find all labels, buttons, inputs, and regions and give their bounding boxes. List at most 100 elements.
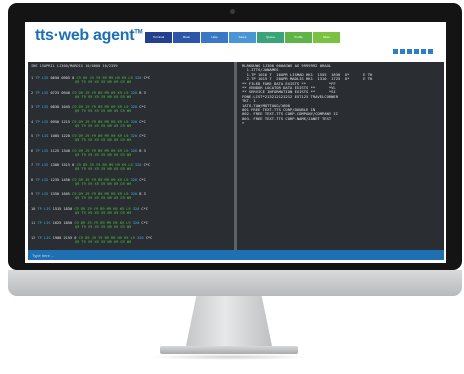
trademark: TM [134,29,143,36]
flight-number: 2 [31,90,34,95]
flight-code: TP LIS [37,206,53,211]
pnr-line: > [242,120,245,126]
flight-flag: B 3 [139,90,146,95]
flight-flag: B 3 [139,192,146,196]
app-logo: tts·web agentTM [35,27,143,44]
booking-classes: C9 D9 J9 Y9 B9 M9 H9 K9 L9 [72,119,129,124]
flight-number: 12 [31,235,36,240]
flight-row[interactable]: 4 TP LIS 0950 1215 C9 D9 J9 Y9 B9 M9 H9 … [31,120,231,128]
booking-classes-2: Q9 T9 V9 X9 S9 N9 O9 G9 W9 [75,225,132,230]
terminal[interactable]: IHE 15APRIL LJ300/MARDIX 10/0000 10/2359… [28,62,444,250]
nav-tab-fares[interactable]: Fares [229,32,256,43]
flight-row[interactable]: 11 TP LIS 1625 1850 C9 D9 J9 Y9 B9 M9 H9… [31,221,231,229]
flight-times: 1900 2155 0 [52,235,77,240]
flight-row[interactable]: 10 TP LIS 1515 1830 C9 D9 J9 Y9 B9 M9 H9… [31,207,231,215]
flight-row[interactable]: 5 TP LIS 1005 1220 C9 D9 J9 Y9 B9 M9 H9 … [31,134,231,142]
command-bar[interactable]: Type here ... [28,250,444,260]
aircraft: 320 [134,163,144,167]
flight-times: 0725 0940 [50,90,70,95]
flight-number: 10 [31,206,36,211]
flight-flag: C*C [141,221,148,225]
flight-row[interactable]: 9 TP LIS 1350 1605 C9 D9 J9 Y9 B9 M9 H9 … [31,192,231,200]
flight-number: 8 [31,177,34,182]
nav-tab-profile[interactable]: Profile [285,32,312,43]
pane-divider[interactable] [234,62,237,250]
aircraft: 320 [130,105,140,109]
flight-flag: C*C [143,163,151,167]
monitor-stand [186,296,272,346]
window-icon[interactable] [393,49,398,54]
settings-icon[interactable] [421,49,426,54]
flight-code: TP LIS [35,148,51,153]
booking-classes: C9 D9 J9 Y9 B9 M9 H9 K9 L9 [72,177,129,182]
flight-flag: C*C [139,134,146,138]
base-shadow [150,354,310,360]
flight-times: 1125 1340 [50,148,70,153]
pnr-pane[interactable]: RLRKOUWS 1J300 000AGWS AG 9999992 0RAOL … [239,62,443,250]
booking-classes: C9 D9 J9 Y9 B9 M9 H9 K9 L9 [74,206,131,211]
aircraft: 320 [130,192,140,196]
flight-row[interactable]: 12 TP LIS 1900 2155 0 C9 D9 J9 Y9 B9 M9 … [31,236,231,244]
booking-classes-2: Q9 T9 V9 X9 S9 N9 O9 G9 W9 [75,181,132,186]
availability-pane[interactable]: IHE 15APRIL LJ300/MARDIX 10/0000 10/2359… [28,62,233,250]
flight-row[interactable]: 1 TP LIS 0650 0905 0 C9 D9 J9 Y9 B9 M9 H… [31,76,231,84]
flight-row[interactable]: 8 TP LIS 1235 1450 C9 D9 J9 Y9 B9 M9 H9 … [31,178,231,186]
screen: tts·web agentTM Terminal Book Help Fares Que… [25,22,446,263]
flight-row[interactable]: 2 TP LIS 0725 0940 C9 D9 J9 Y9 B9 M9 H9 … [31,91,231,99]
flight-row[interactable]: 3 TP LIS 0830 1045 C9 D9 J9 Y9 B9 M9 H9 … [31,105,231,113]
nav-tab-more[interactable]: More [313,32,340,43]
booking-classes-2: Q9 T9 V9 X9 S9 N9 O9 G9 W9 [75,196,132,201]
aircraft: 320 [130,177,140,182]
nav-tab-terminal[interactable]: Terminal [145,32,172,43]
nav-tab-book[interactable]: Book [173,32,200,43]
flight-number: 4 [31,119,34,124]
flight-flag: C*C [139,177,146,182]
flight-flag: C*C [141,206,148,211]
flight-times: 1235 1450 [50,177,70,182]
flight-row[interactable]: 7 TP LIS 1300 1515 0 C9 D9 J9 Y9 B9 M9 H… [31,163,231,171]
close-icon[interactable] [428,49,433,54]
flight-code: TP LIS [35,90,51,95]
flight-code: TP LIS [35,119,51,124]
booking-classes-2: Q9 T9 V9 X9 S9 N9 O9 G9 W9 [75,138,132,143]
aircraft: 320 [130,148,140,153]
flight-code: TP LIS [35,177,51,182]
aircraft: 320 [134,76,144,80]
booking-classes-2: Q9 T9 V9 X9 S9 N9 O9 G9 W9 [75,80,132,85]
flight-flag: C*C [145,235,153,240]
nav-tab-queue[interactable]: Queue [257,32,284,43]
booking-classes-2: Q9 T9 V9 X9 S9 N9 O9 G9 W9 [75,123,132,128]
flight-code: TP LIS [37,235,53,240]
booking-classes-2: Q9 T9 V9 X9 S9 N9 O9 G9 W9 [75,167,132,172]
flight-number: 6 [31,148,34,153]
aircraft: 320 [130,90,140,95]
booking-classes: C9 D9 J9 Y9 B9 M9 H9 K9 L9 [72,148,129,153]
monitor-base [160,346,298,354]
availability-header: IHE 15APRIL LJ300/MARDIX 10/0000 10/2359 [31,64,118,68]
flight-flag: C*C [139,105,146,109]
aircraft: 320 [137,235,146,240]
booking-classes: C9 D9 J9 Y9 B9 M9 H9 K9 L9 [78,235,135,240]
flight-flag: B 3 [139,148,146,153]
app-header: tts·web agentTM Terminal Book Help Fares Que… [25,22,446,60]
toolbar [393,49,435,54]
booking-classes-2: Q9 T9 V9 X9 S9 N9 O9 G9 W9 [75,239,132,244]
monitor-chin [8,270,462,296]
print-icon[interactable] [407,49,412,54]
booking-classes-2: Q9 T9 V9 X9 S9 N9 O9 G9 W9 [75,94,132,99]
flight-flag: C*C [139,119,146,124]
flight-row[interactable]: 6 TP LIS 1125 1340 C9 D9 J9 Y9 B9 M9 H9 … [31,149,231,157]
nav-tabs: Terminal Book Help Fares Queue Profile More [145,32,341,43]
split-icon[interactable] [400,49,405,54]
command-input[interactable]: Type here ... [32,253,54,258]
booking-classes-2: Q9 T9 V9 X9 S9 N9 O9 G9 W9 [75,210,132,215]
booking-classes: C9 D9 J9 Y9 B9 M9 H9 K9 L9 [72,90,129,95]
nav-tab-help[interactable]: Help [201,32,228,43]
flight-flag: C*C [143,76,151,80]
aircraft: 320 [130,119,140,124]
copy-icon[interactable] [414,49,419,54]
flight-times: 0950 1215 [50,119,70,124]
booking-classes-2: Q9 T9 V9 X9 S9 N9 O9 G9 W9 [75,152,132,157]
camera-dot [230,9,235,14]
booking-classes-2: Q9 T9 V9 X9 S9 N9 O9 G9 W9 [75,109,132,114]
